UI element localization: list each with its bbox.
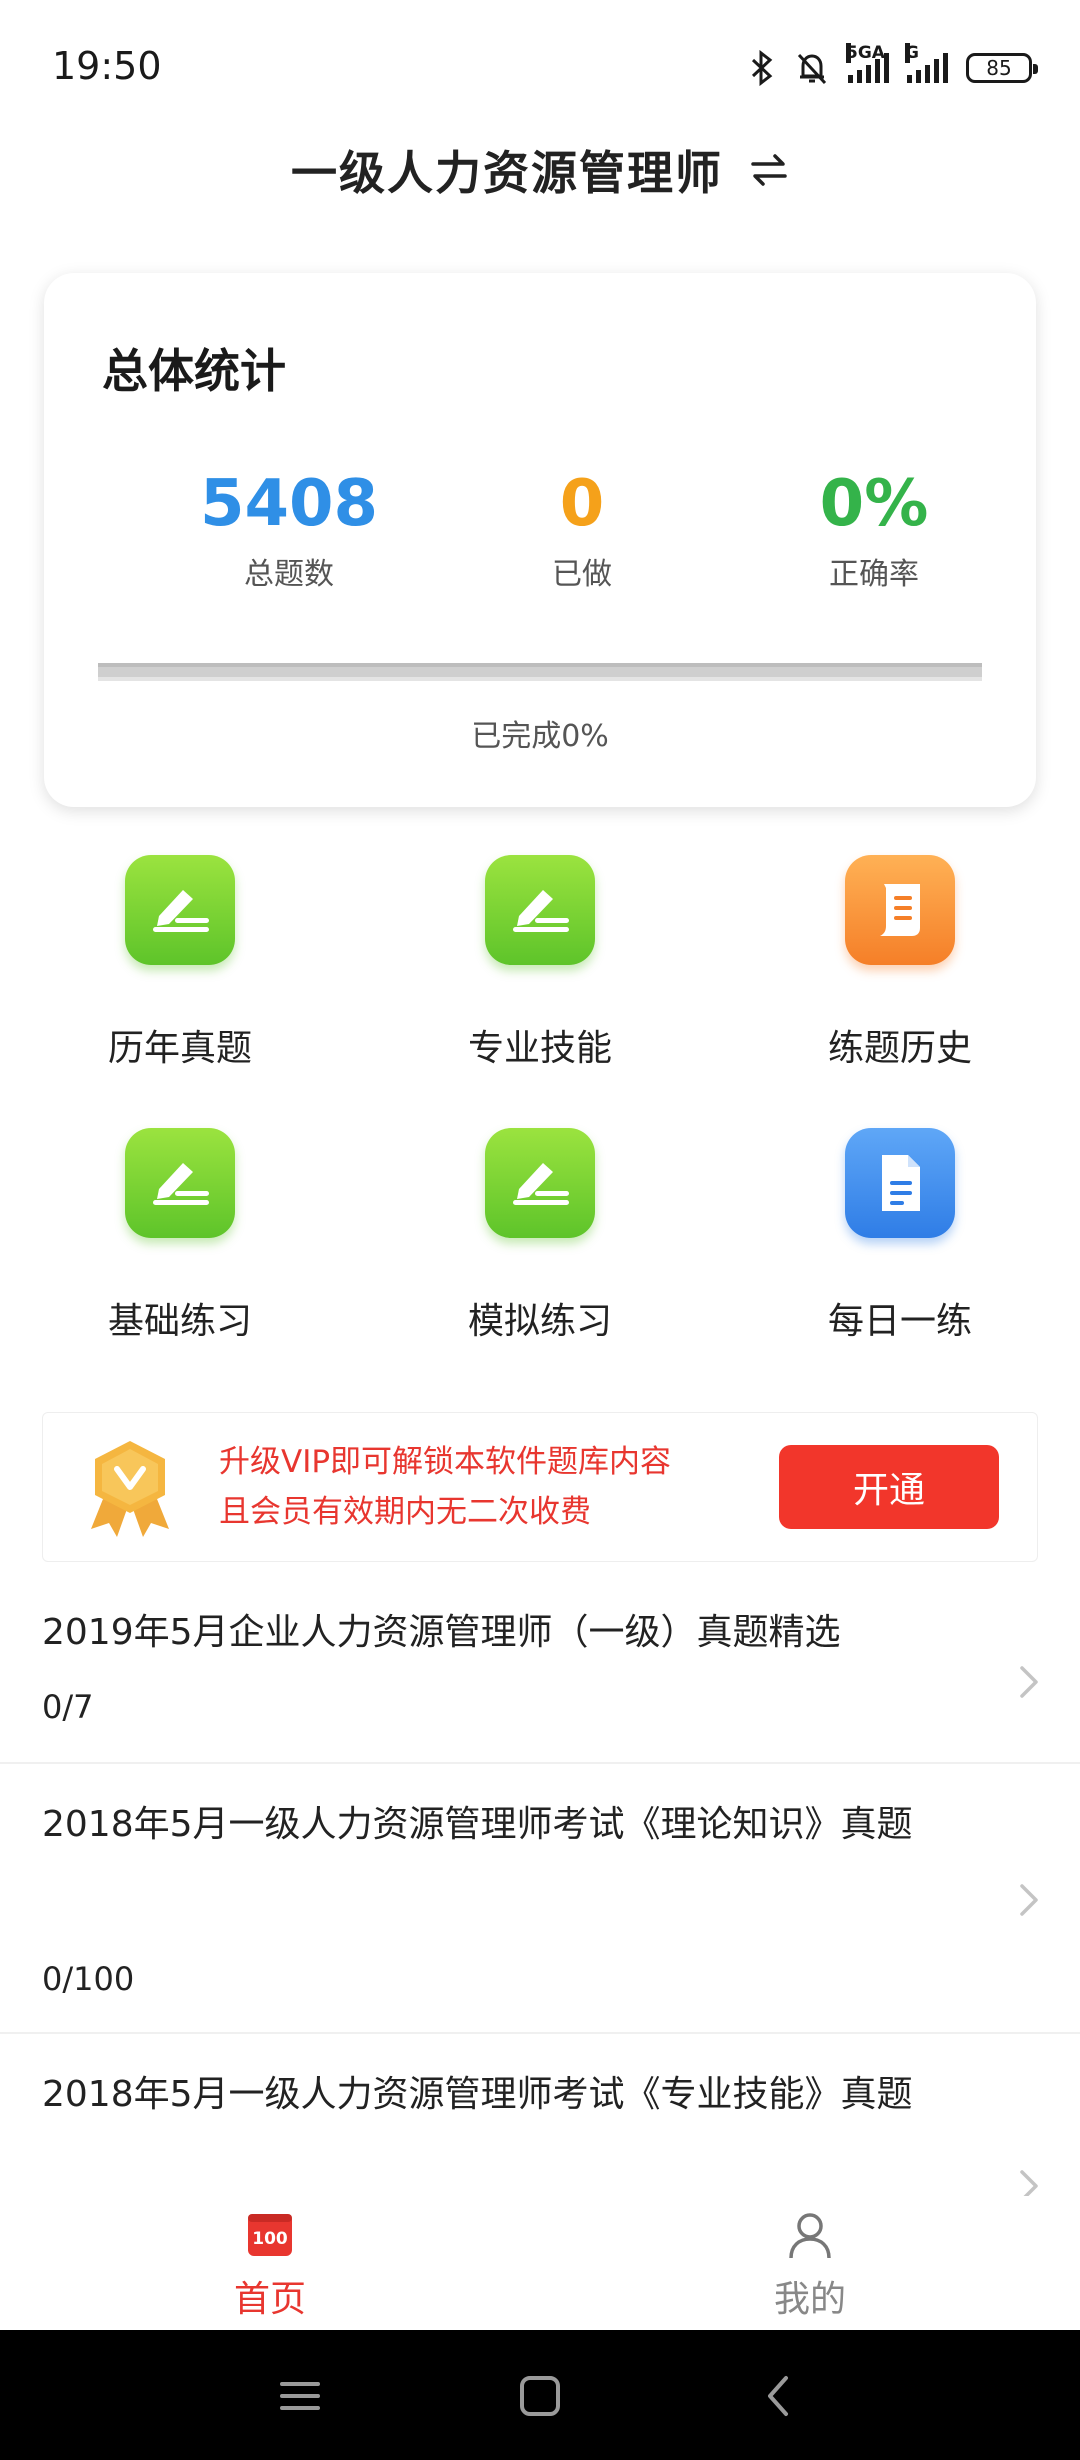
- edit-pen-icon: [485, 1128, 595, 1238]
- tab-home-label: 首页: [233, 2279, 306, 2320]
- network-type-label: 5GA: [846, 43, 885, 63]
- list-item-progress: 0/7: [42, 1688, 94, 1726]
- header: 一级人力资源管理师: [0, 130, 1080, 210]
- list-item-title: 2019年5月企业人力资源管理师（一级）真题精选: [42, 1612, 841, 1653]
- file-icon: [845, 1128, 955, 1238]
- network-type-label-2: G: [905, 43, 919, 63]
- grid-item-past-exams[interactable]: 历年真题: [30, 855, 330, 1095]
- stat-total-value: 5408: [199, 467, 379, 541]
- vip-text-line2: 且会员有效期内无二次收费: [219, 1494, 591, 1530]
- grid-label: 模拟练习: [467, 1301, 612, 1342]
- progress-bar: [98, 663, 982, 681]
- edit-pen-icon: [125, 1128, 235, 1238]
- status-icons: 5GA G 85: [748, 43, 1038, 92]
- stats-card: 总体统计 5408 总题数 0 已做 0% 正确率 已完成0%: [44, 273, 1036, 807]
- page-title[interactable]: 一级人力资源管理师: [291, 137, 723, 203]
- scroll-document-icon: [845, 855, 955, 965]
- tab-mine-label: 我的: [773, 2279, 846, 2320]
- tab-mine[interactable]: 我的: [710, 2210, 910, 2330]
- tab-bar: 100 首页 我的: [0, 2196, 1080, 2330]
- system-nav-bar: [0, 2330, 1080, 2460]
- home-square-icon[interactable]: [512, 2368, 568, 2424]
- menu-icon[interactable]: [272, 2368, 328, 2424]
- stat-rate-label: 正确率: [829, 557, 919, 593]
- vip-text: 升级VIP即可解锁本软件题库内容 且会员有效期内无二次收费: [219, 1437, 671, 1537]
- bluetooth-icon: [751, 50, 773, 86]
- chevron-right-icon: [1020, 1884, 1038, 1916]
- grid-label: 历年真题: [107, 1028, 252, 1069]
- swap-arrows-icon[interactable]: [749, 150, 789, 190]
- list-item[interactable]: 2019年5月企业人力资源管理师（一级）真题精选 0/7: [0, 1592, 1080, 1764]
- list-item-title: 2018年5月一级人力资源管理师考试《理论知识》真题: [42, 1804, 913, 1845]
- progress-text: 已完成0%: [471, 719, 609, 754]
- stat-done-label: 已做: [552, 557, 612, 593]
- stat-done: 0 已做: [452, 469, 712, 593]
- grid-label: 练题历史: [827, 1028, 972, 1069]
- grid-label: 专业技能: [467, 1028, 612, 1069]
- grid-item-practice-history[interactable]: 练题历史: [750, 855, 1050, 1095]
- vip-text-line1: 升级VIP即可解锁本软件题库内容: [219, 1444, 672, 1480]
- signal-5ga-icon: 5GA: [846, 43, 889, 83]
- signal-g-icon: G: [905, 43, 948, 83]
- stat-total-label: 总题数: [244, 557, 334, 593]
- bell-muted-icon: [797, 53, 827, 85]
- chevron-right-icon: [1020, 1666, 1038, 1698]
- grid-item-daily-practice[interactable]: 每日一练: [750, 1128, 1050, 1368]
- stat-rate-value: 0%: [819, 467, 929, 541]
- edit-pen-icon: [125, 855, 235, 965]
- app-screen: 19:50 5GA G 85 一级人力资源管理师 总体统计 5408 总题数 0…: [0, 0, 1080, 2460]
- stat-total: 5408 总题数: [159, 469, 419, 593]
- grid-label: 每日一练: [827, 1301, 972, 1342]
- battery-level: 85: [986, 56, 1012, 80]
- back-icon[interactable]: [752, 2368, 808, 2424]
- battery-icon: 85: [966, 53, 1038, 83]
- list-item-title: 2018年5月一级人力资源管理师考试《专业技能》真题: [42, 2074, 913, 2115]
- grid-item-mock-practice[interactable]: 模拟练习: [390, 1128, 690, 1368]
- edit-pen-icon: [485, 855, 595, 965]
- grid-label: 基础练习: [107, 1301, 252, 1342]
- status-bar: 19:50 5GA G 85: [0, 0, 1080, 130]
- list-item[interactable]: 2018年5月一级人力资源管理师考试《理论知识》真题 0/100: [0, 1764, 1080, 2034]
- tab-home[interactable]: 100 首页: [170, 2210, 370, 2330]
- list-item[interactable]: 2018年5月一级人力资源管理师考试《专业技能》真题: [0, 2034, 1080, 2202]
- stat-done-value: 0: [559, 467, 605, 541]
- list-item-progress: 0/100: [42, 1960, 135, 1998]
- user-icon: [789, 2213, 831, 2259]
- grid-item-basic-practice[interactable]: 基础练习: [30, 1128, 330, 1368]
- home-100-icon: 100: [248, 2214, 292, 2256]
- svg-text:100: 100: [252, 2229, 288, 2249]
- vip-badge-icon: [91, 1441, 169, 1537]
- status-time: 19:50: [52, 44, 162, 88]
- stats-title: 总体统计: [102, 344, 286, 398]
- activate-vip-button[interactable]: 开通: [779, 1445, 999, 1529]
- vip-banner: 升级VIP即可解锁本软件题库内容 且会员有效期内无二次收费 开通: [42, 1412, 1038, 1562]
- stat-rate: 0% 正确率: [744, 469, 1004, 593]
- grid-item-professional-skills[interactable]: 专业技能: [390, 855, 690, 1095]
